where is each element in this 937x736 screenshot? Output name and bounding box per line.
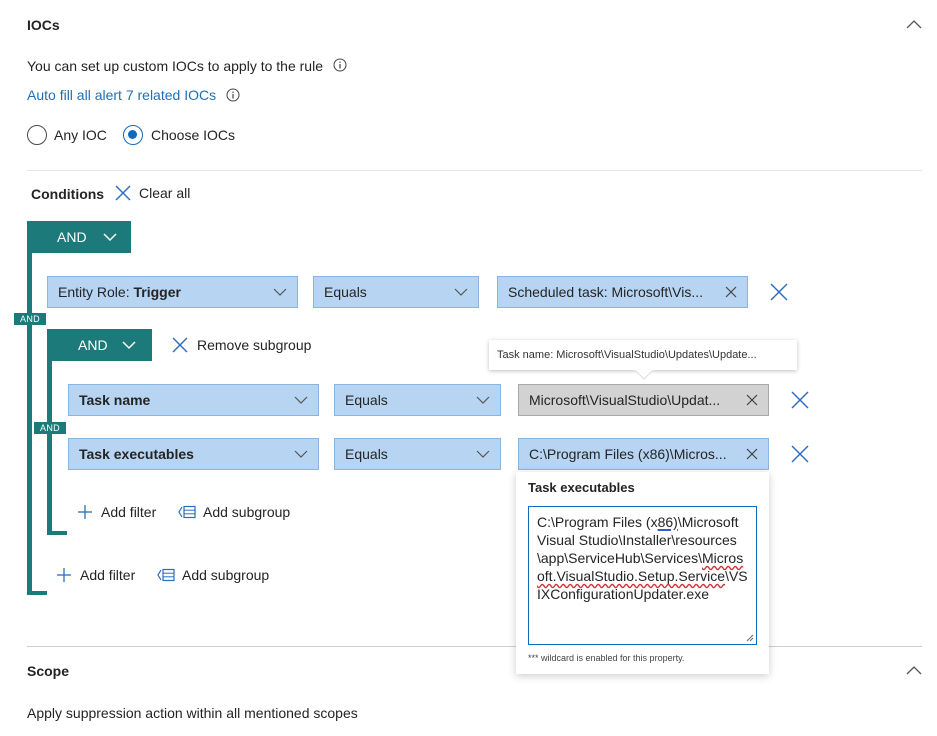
radio-any-ioc[interactable] bbox=[27, 125, 47, 145]
subgroup-bracket-foot bbox=[47, 531, 67, 535]
info-icon[interactable] bbox=[226, 88, 240, 102]
value-editor-title: Task executables bbox=[528, 480, 635, 495]
radio-any-ioc-label: Any IOC bbox=[54, 127, 107, 143]
row1-value-chip[interactable]: Scheduled task: Microsoft\Vis... bbox=[497, 276, 748, 308]
scope-title: Scope bbox=[27, 663, 70, 679]
value-editor-textarea[interactable]: C:\Program Files (x86)\Microsoft Visual … bbox=[528, 506, 757, 645]
sub-row1-value-text: Microsoft\VisualStudio\Updat... bbox=[529, 392, 721, 408]
chevron-down-icon bbox=[476, 396, 490, 404]
chevron-up-icon[interactable] bbox=[906, 665, 922, 675]
remove-value-icon[interactable] bbox=[725, 286, 737, 298]
sub-row2-value-chip[interactable]: C:\Program Files (x86)\Micros... bbox=[518, 438, 769, 470]
scope-description: Apply suppression action within all ment… bbox=[27, 705, 358, 721]
delete-sub-row2-icon[interactable] bbox=[791, 445, 809, 463]
remove-subgroup-button[interactable]: Remove subgroup bbox=[171, 336, 311, 354]
iocs-section-title: IOCs bbox=[27, 17, 60, 33]
autofill-iocs-link[interactable]: Auto fill all alert 7 related IOCs bbox=[27, 87, 216, 103]
chevron-down-icon bbox=[294, 450, 308, 458]
add-subgroup-icon bbox=[157, 568, 175, 582]
add-subgroup-label: Add subgroup bbox=[182, 567, 270, 583]
sub-add-filter-label: Add filter bbox=[101, 504, 157, 520]
editor-text-part: C:\Program Files (x bbox=[537, 514, 658, 530]
add-filter-label: Add filter bbox=[80, 567, 136, 583]
wildcard-hint: *** wildcard is enabled for this propert… bbox=[528, 653, 685, 663]
delete-row1-icon[interactable] bbox=[770, 283, 788, 301]
sub-row1-operator-text: Equals bbox=[345, 392, 388, 408]
subgroup-and-tag: AND bbox=[34, 422, 66, 434]
add-filter-button[interactable]: Add filter bbox=[56, 567, 135, 583]
editor-text-part: 86) bbox=[657, 514, 678, 530]
add-subgroup-icon bbox=[178, 505, 196, 519]
sub-row2-operator-dropdown[interactable]: Equals bbox=[334, 438, 501, 470]
task-executables-dropdown[interactable]: Task executables bbox=[68, 438, 319, 470]
sub-add-filter-button[interactable]: Add filter bbox=[77, 504, 156, 520]
conditions-label: Conditions bbox=[31, 186, 105, 202]
sub-row2-value-text: C:\Program Files (x86)\Micros... bbox=[529, 446, 727, 462]
task-name-text: Task name bbox=[79, 392, 151, 408]
value-tooltip-text: Task name: Microsoft\VisualStudio\Update… bbox=[497, 349, 757, 361]
chevron-down-icon bbox=[476, 450, 490, 458]
plus-icon bbox=[78, 505, 92, 519]
outer-group-bracket-foot bbox=[27, 591, 47, 595]
delete-sub-row1-icon[interactable] bbox=[791, 391, 809, 409]
chevron-down-icon bbox=[454, 288, 468, 296]
row1-value-text: Scheduled task: Microsoft\Vis... bbox=[508, 284, 704, 300]
radio-choose-iocs[interactable] bbox=[123, 125, 143, 145]
value-tooltip: Task name: Microsoft\VisualStudio\Update… bbox=[489, 340, 797, 370]
clear-all-label: Clear all bbox=[139, 185, 191, 201]
sub-row2-operator-text: Equals bbox=[345, 446, 388, 462]
iocs-description: You can set up custom IOCs to apply to t… bbox=[27, 58, 347, 74]
sub-add-subgroup-label: Add subgroup bbox=[203, 504, 291, 520]
remove-value-icon[interactable] bbox=[746, 448, 758, 460]
chevron-down-icon bbox=[103, 232, 117, 241]
value-editor-panel: Task executables C:\Program Files (x86)\… bbox=[516, 472, 769, 674]
sub-add-subgroup-button[interactable]: Add subgroup bbox=[178, 504, 290, 520]
entity-role-text: Entity Role: Trigger bbox=[58, 284, 273, 300]
subgroup-and-dropdown[interactable]: AND bbox=[47, 329, 152, 361]
entity-role-value: Trigger bbox=[133, 284, 181, 300]
sub-row1-value-chip[interactable]: Microsoft\VisualStudio\Updat... bbox=[518, 384, 769, 416]
chevron-down-icon bbox=[273, 288, 287, 296]
radio-choose-iocs-label: Choose IOCs bbox=[151, 127, 236, 143]
chevron-down-icon bbox=[122, 340, 136, 349]
close-icon bbox=[115, 185, 131, 201]
remove-subgroup-label: Remove subgroup bbox=[197, 337, 312, 353]
entity-role-prefix: Entity Role: bbox=[58, 284, 134, 300]
subgroup-and-label: AND bbox=[78, 337, 108, 353]
entity-role-dropdown[interactable]: Entity Role: Trigger bbox=[47, 276, 298, 308]
chevron-up-icon[interactable] bbox=[906, 19, 922, 29]
close-icon bbox=[172, 337, 188, 353]
resize-handle-icon[interactable] bbox=[746, 634, 754, 642]
section-divider bbox=[27, 170, 922, 171]
chevron-down-icon bbox=[294, 396, 308, 404]
autofill-row: Auto fill all alert 7 related IOCs bbox=[27, 87, 240, 103]
outer-and-dropdown[interactable]: AND bbox=[27, 221, 131, 253]
row1-operator-text: Equals bbox=[324, 284, 367, 300]
info-icon[interactable] bbox=[333, 58, 347, 72]
remove-value-icon[interactable] bbox=[746, 394, 758, 406]
outer-and-tag: AND bbox=[14, 313, 46, 325]
row1-operator-dropdown[interactable]: Equals bbox=[313, 276, 479, 308]
outer-group-bracket bbox=[27, 221, 32, 595]
tooltip-arrow bbox=[634, 369, 654, 380]
sub-row1-operator-dropdown[interactable]: Equals bbox=[334, 384, 501, 416]
scope-divider bbox=[27, 646, 922, 647]
plus-icon bbox=[57, 568, 71, 582]
iocs-description-text: You can set up custom IOCs to apply to t… bbox=[27, 58, 323, 74]
outer-and-label: AND bbox=[57, 229, 87, 245]
task-name-dropdown[interactable]: Task name bbox=[68, 384, 319, 416]
clear-all-button[interactable]: Clear all bbox=[114, 184, 190, 202]
add-subgroup-button[interactable]: Add subgroup bbox=[157, 567, 269, 583]
task-executables-text: Task executables bbox=[79, 446, 194, 462]
